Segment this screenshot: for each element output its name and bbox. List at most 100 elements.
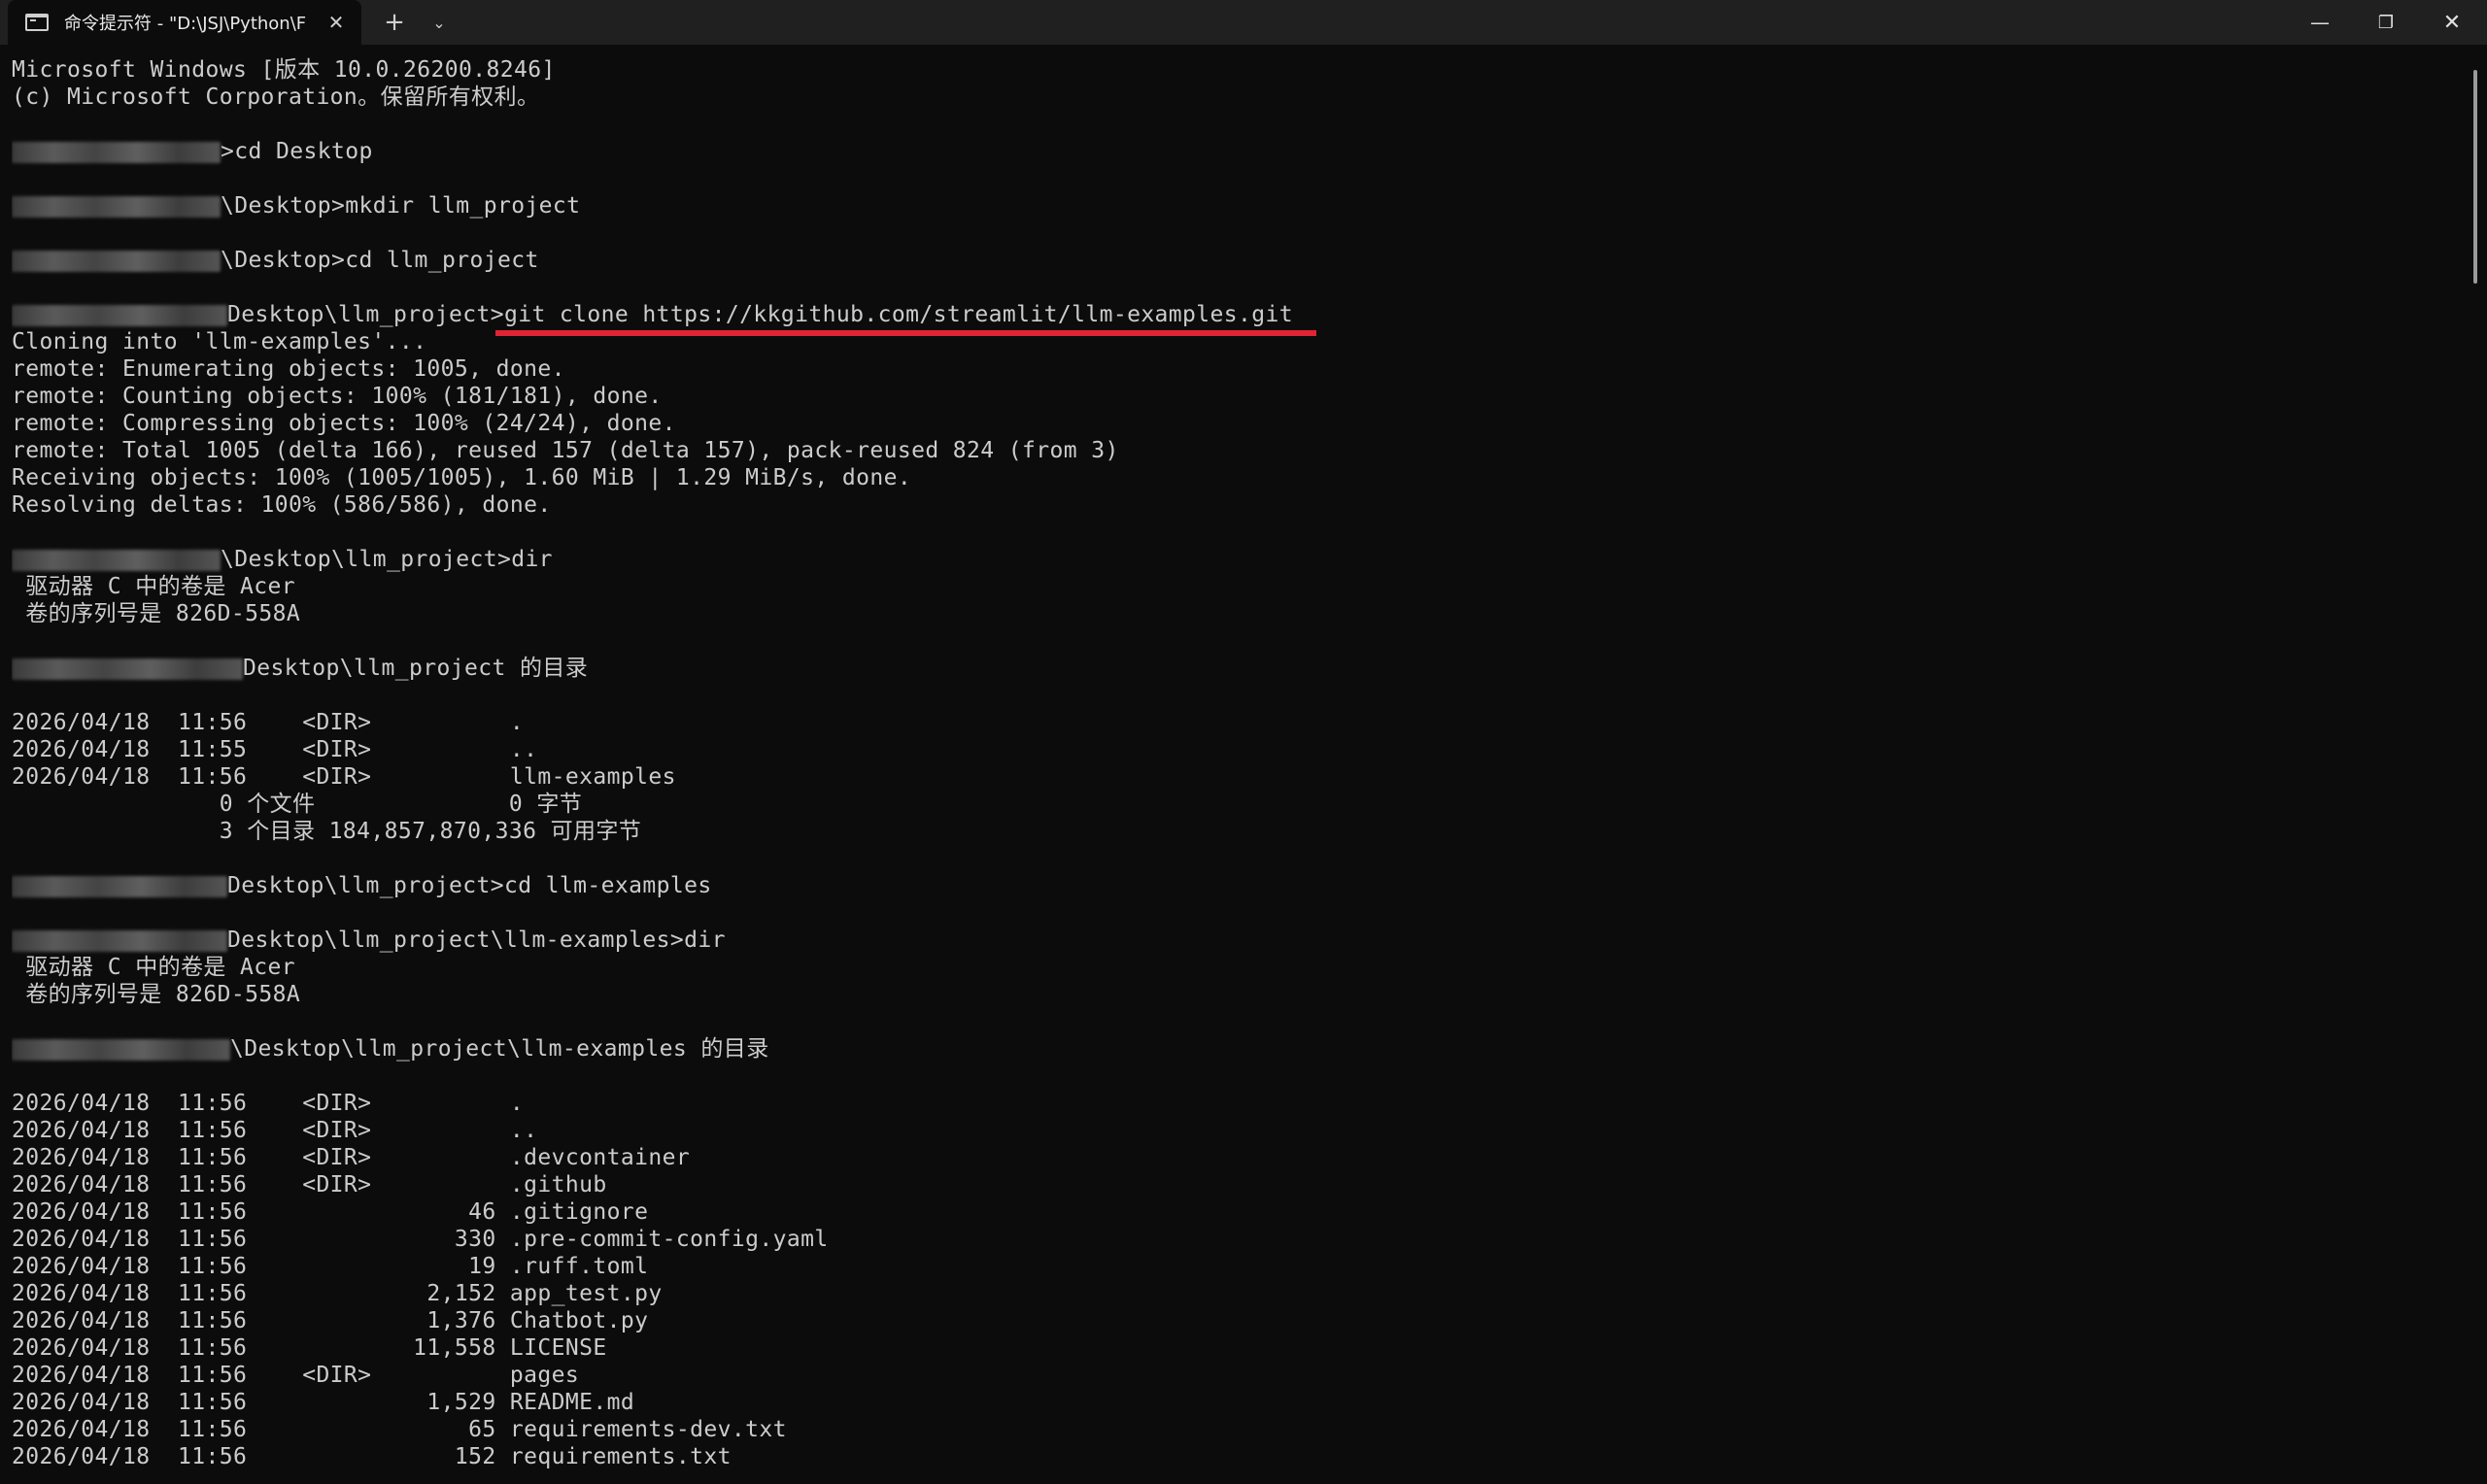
terminal-line: Desktop\llm_project>cd llm-examples (12, 872, 2460, 899)
terminal-line: 2026/04/18 11:56 2,152 app_test.py (12, 1280, 2460, 1307)
terminal-line-text: \Desktop>cd llm_project (221, 248, 539, 273)
terminal-line: Desktop\llm_project\llm-examples>dir (12, 927, 2460, 954)
terminal-line-text: 卷的序列号是 826D-558A (12, 601, 301, 626)
terminal-line-text: Desktop\llm_project>git clone https://kk… (227, 302, 1294, 327)
terminal-line-text: 2026/04/18 11:56 46 .gitignore (12, 1199, 649, 1225)
terminal-line: \Desktop\llm_project>dir (12, 546, 2460, 573)
redacted-path (12, 929, 227, 952)
redacted-path (12, 304, 227, 326)
terminal-line-text: 卷的序列号是 826D-558A (12, 982, 301, 1007)
terminal-line-text: 0 个文件 0 字节 (12, 792, 583, 817)
terminal-line-text: remote: Enumerating objects: 1005, done. (12, 356, 565, 382)
terminal-line: 2026/04/18 11:56 1,529 README.md (12, 1389, 2460, 1416)
terminal-line: (c) Microsoft Corporation。保留所有权利。 (12, 84, 2460, 111)
terminal-line-text: remote: Total 1005 (delta 166), reused 1… (12, 438, 1119, 463)
terminal-line: 驱动器 C 中的卷是 Acer (12, 954, 2460, 981)
terminal-line-text: 2026/04/18 11:56 1,529 README.md (12, 1390, 635, 1415)
terminal-line-text: Microsoft Windows [版本 10.0.26200.8246] (12, 57, 556, 83)
scrollbar-thumb[interactable] (2473, 70, 2477, 284)
maximize-button[interactable]: ❐ (2353, 0, 2419, 45)
terminal-line: remote: Counting objects: 100% (181/181)… (12, 383, 2460, 410)
minimize-button[interactable]: — (2287, 0, 2353, 45)
terminal-line-text: 3 个目录 184,857,870,336 可用字节 (12, 819, 642, 844)
redacted-path (12, 875, 227, 897)
terminal-line-text: 2026/04/18 11:56 2,152 app_test.py (12, 1281, 663, 1306)
terminal-line: 2026/04/18 11:56 1,376 Chatbot.py (12, 1307, 2460, 1334)
terminal-line-text: 2026/04/18 11:56 <DIR> . (12, 710, 525, 735)
terminal-line: 驱动器 C 中的卷是 Acer (12, 573, 2460, 600)
terminal-line: remote: Enumerating objects: 1005, done. (12, 355, 2460, 383)
terminal-line: Receiving objects: 100% (1005/1005), 1.6… (12, 464, 2460, 491)
terminal-line: 2026/04/18 11:56 65 requirements-dev.txt (12, 1416, 2460, 1443)
terminal-output[interactable]: Microsoft Windows [版本 10.0.26200.8246] (c… (12, 56, 2460, 1480)
terminal-line: 卷的序列号是 826D-558A (12, 600, 2460, 627)
terminal-line-text: 驱动器 C 中的卷是 Acer (12, 955, 296, 980)
terminal-line: Resolving deltas: 100% (586/586), done. (12, 491, 2460, 519)
terminal-line-text: \Desktop\llm_project>dir (221, 547, 553, 572)
terminal-line-text: 2026/04/18 11:56 <DIR> . (12, 1091, 525, 1116)
terminal-icon (25, 14, 49, 31)
terminal-line-text: \Desktop\llm_project\llm-examples 的目录 (230, 1036, 769, 1062)
terminal-line-text: (c) Microsoft Corporation。保留所有权利。 (12, 84, 540, 110)
title-bar: 命令提示符 - "D:\JSJ\Python\F ✕ + ⌄ — ❐ ✕ (0, 0, 2487, 45)
terminal-line: Desktop\llm_project 的目录 (12, 655, 2460, 682)
terminal-line-text: Receiving objects: 100% (1005/1005), 1.6… (12, 465, 912, 490)
terminal-line: 2026/04/18 11:56 11,558 LICENSE (12, 1334, 2460, 1362)
terminal-line: \Desktop>mkdir llm_project (12, 192, 2460, 219)
terminal-line: \Desktop>cd llm_project (12, 247, 2460, 274)
terminal-line-text: remote: Counting objects: 100% (181/181)… (12, 384, 663, 409)
terminal-line-text: 2026/04/18 11:56 1,376 Chatbot.py (12, 1308, 649, 1333)
redacted-path (12, 1038, 230, 1061)
terminal-line-text: 驱动器 C 中的卷是 Acer (12, 574, 296, 599)
terminal-line: 2026/04/18 11:56 152 requirements.txt (12, 1443, 2460, 1470)
terminal-line-text: Cloning into 'llm-examples'... (12, 329, 427, 354)
close-window-button[interactable]: ✕ (2419, 0, 2485, 45)
terminal-line: remote: Compressing objects: 100% (24/24… (12, 410, 2460, 437)
terminal-line-text: 2026/04/18 11:56 152 requirements.txt (12, 1444, 732, 1469)
terminal-line: 2026/04/18 11:56 <DIR> .devcontainer (12, 1144, 2460, 1171)
terminal-line: 2026/04/18 11:56 <DIR> llm-examples (12, 763, 2460, 791)
redacted-path (12, 658, 243, 680)
terminal-line-text: 2026/04/18 11:56 <DIR> .. (12, 1118, 538, 1143)
new-tab-button[interactable]: + (377, 0, 412, 45)
terminal-line-text: 2026/04/18 11:56 <DIR> .github (12, 1172, 607, 1197)
terminal-line: 2026/04/18 11:56 <DIR> pages (12, 1362, 2460, 1389)
terminal-line: 2026/04/18 11:56 <DIR> . (12, 1090, 2460, 1117)
terminal-line: \Desktop\llm_project\llm-examples 的目录 (12, 1035, 2460, 1062)
redacted-path (12, 141, 221, 163)
red-annotation-underline (495, 330, 1316, 336)
terminal-line: 2026/04/18 11:56 330 .pre-commit-config.… (12, 1226, 2460, 1253)
terminal-line: Microsoft Windows [版本 10.0.26200.8246] (12, 56, 2460, 84)
redacted-path (12, 195, 221, 218)
tab-command-prompt[interactable]: 命令提示符 - "D:\JSJ\Python\F ✕ (8, 0, 361, 45)
terminal-line-text: Desktop\llm_project\llm-examples>dir (227, 928, 726, 953)
terminal-line: 2026/04/18 11:56 19 .ruff.toml (12, 1253, 2460, 1280)
terminal-line: 卷的序列号是 826D-558A (12, 981, 2460, 1008)
terminal-line-text: 2026/04/18 11:56 <DIR> pages (12, 1363, 580, 1388)
terminal-line-text: \Desktop>mkdir llm_project (221, 193, 581, 219)
terminal-line-text: >cd Desktop (221, 139, 373, 164)
chevron-down-icon[interactable]: ⌄ (424, 0, 455, 45)
terminal-line: 2026/04/18 11:55 <DIR> .. (12, 736, 2460, 763)
redacted-path (12, 549, 221, 571)
terminal-line-text: 2026/04/18 11:56 11,558 LICENSE (12, 1335, 607, 1361)
tab-title: 命令提示符 - "D:\JSJ\Python\F (64, 14, 307, 34)
terminal-line: remote: Total 1005 (delta 166), reused 1… (12, 437, 2460, 464)
terminal-line-text: Resolving deltas: 100% (586/586), done. (12, 492, 552, 518)
tab-close-icon[interactable]: ✕ (323, 11, 350, 34)
terminal-line-text: remote: Compressing objects: 100% (24/24… (12, 411, 676, 436)
terminal-line: 2026/04/18 11:56 46 .gitignore (12, 1198, 2460, 1226)
terminal-line: 0 个文件 0 字节 (12, 791, 2460, 818)
terminal-line-text: 2026/04/18 11:56 19 .ruff.toml (12, 1254, 649, 1279)
terminal-line: >cd Desktop (12, 138, 2460, 165)
terminal-line-text: 2026/04/18 11:56 65 requirements-dev.txt (12, 1417, 787, 1442)
terminal-line: 2026/04/18 11:56 <DIR> . (12, 709, 2460, 736)
